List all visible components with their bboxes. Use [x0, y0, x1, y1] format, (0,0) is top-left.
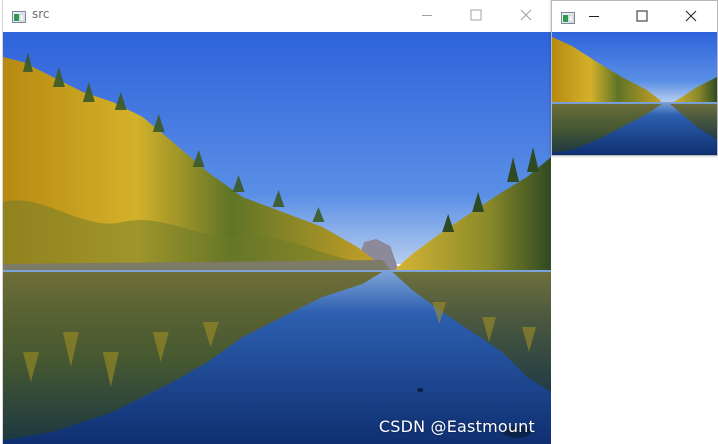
maximize-button[interactable] — [626, 1, 658, 31]
minimize-icon — [422, 15, 432, 16]
close-button[interactable] — [501, 0, 551, 30]
small-image-window — [551, 0, 718, 156]
app-window-icon — [12, 8, 26, 23]
minimize-icon — [589, 16, 599, 17]
window-title: src — [32, 7, 50, 21]
landscape-image — [3, 32, 551, 444]
thumbnail-landscape-image — [552, 32, 717, 155]
main-image-window: src CSDN @Eastmount — [2, 0, 551, 444]
close-icon — [520, 9, 532, 21]
close-button[interactable] — [675, 1, 707, 31]
small-window-titlebar[interactable] — [552, 1, 717, 31]
main-window-titlebar[interactable]: src — [3, 0, 551, 30]
close-icon — [685, 10, 697, 22]
maximize-icon — [470, 9, 482, 21]
maximize-button[interactable] — [451, 0, 501, 30]
minimize-button[interactable] — [403, 0, 451, 30]
minimize-button[interactable] — [579, 1, 609, 31]
maximize-icon — [636, 10, 648, 22]
watermark-text: CSDN @Eastmount — [378, 417, 535, 436]
app-window-icon — [561, 9, 575, 24]
